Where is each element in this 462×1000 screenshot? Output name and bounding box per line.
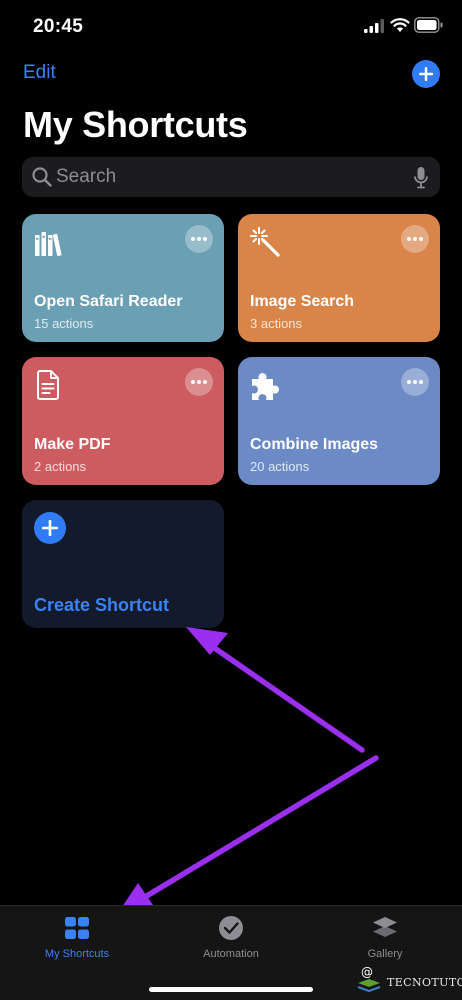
page-title: My Shortcuts [23,104,248,145]
home-indicator[interactable] [149,987,313,992]
layers-icon [373,917,397,937]
plus-icon [419,67,433,81]
dot-icon [407,237,411,241]
dot-icon [203,237,207,241]
more-options-button[interactable] [401,225,429,253]
dot-icon [197,380,201,384]
shortcut-title: Image Search [250,293,355,310]
shortcut-card-image-search[interactable]: Image Search 3 actions [238,214,440,342]
dot-icon [191,380,195,384]
dot-icon [203,380,207,384]
library-icon [35,232,62,257]
shortcut-action-count: 20 actions [250,459,310,474]
grid-icon [65,917,89,939]
more-options-button[interactable] [185,225,213,253]
wifi-icon [390,18,410,32]
dot-icon [407,380,411,384]
create-shortcut-label: Create Shortcut [34,595,170,615]
shortcut-card-combine-images[interactable]: Combine Images 20 actions [238,357,440,485]
dot-icon [197,237,201,241]
add-shortcut-button[interactable] [412,60,440,88]
tab-label: Gallery [367,948,403,960]
more-options-button[interactable] [401,368,429,396]
plus-icon [42,520,58,536]
dot-icon [419,237,423,241]
shortcut-card-open-safari-reader[interactable]: Open Safari Reader 15 actions [22,214,224,342]
shortcut-title: Open Safari Reader [34,293,183,310]
puzzle-icon [252,373,279,400]
tab-my-shortcuts[interactable]: My Shortcuts [0,906,154,976]
svg-text:@: @ [361,965,373,979]
create-shortcut-card[interactable]: Create Shortcut [22,500,224,628]
shortcut-title: Combine Images [250,436,379,453]
shortcut-action-count: 2 actions [34,459,87,474]
dot-icon [191,237,195,241]
microphone-icon[interactable] [413,166,429,190]
tab-label: Automation [203,948,259,960]
search-bar[interactable] [22,157,440,197]
shortcut-action-count: 3 actions [250,316,303,331]
status-time: 20:45 [33,16,84,37]
more-options-button[interactable] [185,368,213,396]
battery-icon [414,17,443,33]
search-icon [32,167,52,187]
watermark-logo-icon: @ [357,965,381,993]
dot-icon [413,237,417,241]
edit-button[interactable]: Edit [23,62,56,84]
magic-wand-icon [250,227,280,257]
shortcut-title: Make PDF [34,436,111,453]
status-bar: 20:45 [0,0,462,56]
dot-icon [419,380,423,384]
signal-icon [364,19,384,33]
shortcut-action-count: 15 actions [34,316,94,331]
shortcut-card-make-pdf[interactable]: Make PDF 2 actions [22,357,224,485]
watermark: @ TECNOTUTO [354,962,462,996]
add-circle-icon [34,512,66,544]
search-input[interactable] [56,157,396,197]
watermark-text: TECNOTUTO [387,976,462,989]
clock-check-icon [219,916,243,940]
document-icon [37,370,59,400]
dot-icon [413,380,417,384]
tab-label: My Shortcuts [44,948,110,960]
tab-automation[interactable]: Automation [154,906,308,976]
